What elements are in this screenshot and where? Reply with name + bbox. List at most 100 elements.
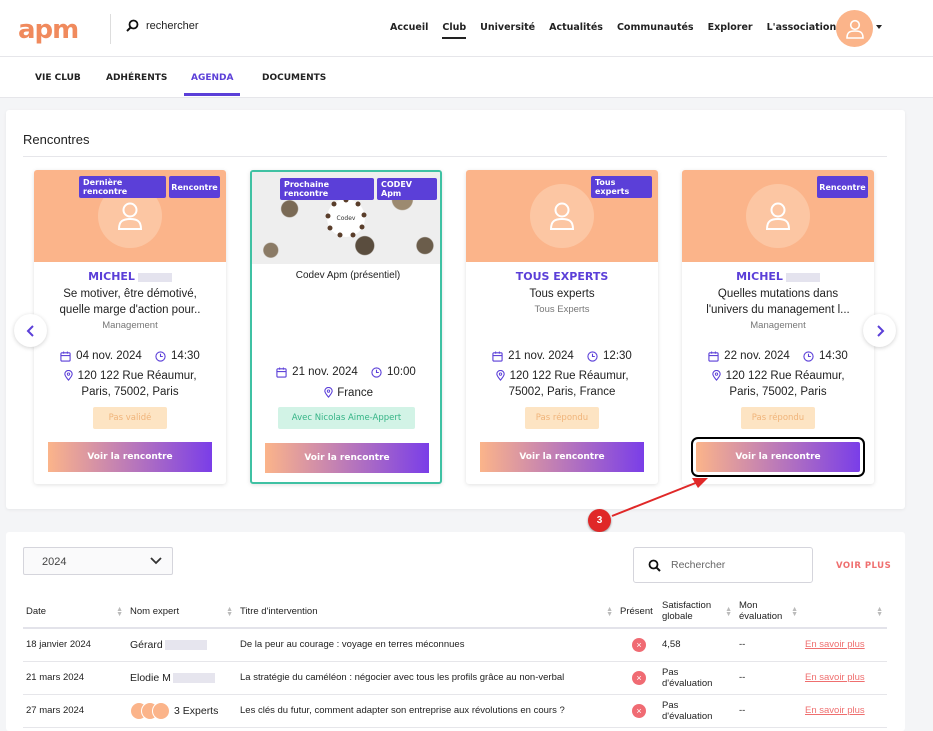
voir-rencontre-button[interactable]: Voir la rencontre bbox=[265, 443, 429, 473]
status-badge: Pas répondu bbox=[741, 407, 815, 429]
card-author: MICHEL bbox=[34, 270, 226, 283]
status-badge: Avec Nicolas Aime-Appert bbox=[278, 407, 415, 429]
col-expert[interactable]: Nom expert ▲ ▼ bbox=[127, 595, 237, 629]
card-author: MICHEL bbox=[682, 270, 874, 283]
badge-derniere: Dernière rencontre bbox=[79, 176, 166, 198]
clock-icon bbox=[155, 350, 166, 362]
chevron-down-icon[interactable] bbox=[876, 25, 882, 29]
en-savoir-plus-link[interactable]: En savoir plus bbox=[805, 639, 865, 650]
card-category: Management bbox=[102, 320, 158, 331]
cell-title: La stratégie du caméléon : négocier avec… bbox=[237, 661, 617, 695]
col-actions: ▲ ▼ bbox=[802, 595, 887, 629]
rencontre-card-next[interactable]: Codev Prochaine rencontre CODEV Apm Code… bbox=[250, 170, 442, 484]
cell-action: En savoir plus bbox=[802, 661, 887, 695]
card-datetime: 22 nov. 2024 14:30 bbox=[682, 350, 874, 362]
cell-satisfaction: Pas d'évaluation bbox=[659, 694, 736, 728]
svg-text:Codev: Codev bbox=[337, 215, 356, 222]
nav-club[interactable]: Club bbox=[442, 22, 467, 39]
user-avatar[interactable] bbox=[836, 10, 873, 47]
cell-date: 18 janvier 2024 bbox=[23, 628, 127, 662]
card-address: 120 122 Rue Réaumur, Paris, 75002, Paris bbox=[702, 368, 854, 400]
history-panel: 2024 Rechercher VOIR PLUS Date ▲ ▼ Nom exp… bbox=[6, 532, 905, 731]
col-title[interactable]: Titre d'intervention ▲ ▼ bbox=[237, 595, 617, 629]
chevron-down-icon bbox=[150, 557, 162, 565]
col-evaluation[interactable]: Mon évaluation ▲ ▼ bbox=[736, 595, 802, 629]
location-pin-icon bbox=[712, 370, 722, 382]
global-search[interactable]: rechercher bbox=[126, 19, 199, 32]
nav-association[interactable]: L'association bbox=[767, 22, 837, 39]
cell-action: En savoir plus bbox=[802, 628, 887, 662]
nav-accueil[interactable]: Accueil bbox=[390, 22, 428, 39]
search-placeholder: rechercher bbox=[146, 19, 199, 32]
search-icon bbox=[126, 19, 139, 32]
year-select[interactable]: 2024 bbox=[23, 547, 173, 575]
col-date[interactable]: Date ▲ ▼ bbox=[23, 595, 127, 629]
voir-rencontre-button-highlighted[interactable]: Voir la rencontre bbox=[691, 437, 865, 477]
top-navbar: apm rechercher Accueil Club Université A… bbox=[0, 0, 933, 57]
carousel-next-button[interactable] bbox=[863, 314, 896, 347]
card-category: Management bbox=[750, 320, 806, 331]
divider bbox=[110, 14, 111, 44]
voir-plus-link[interactable]: VOIR PLUS bbox=[836, 561, 891, 571]
table-row: 21 mars 2024 Elodie M La stratégie du ca… bbox=[23, 661, 887, 695]
clock-icon bbox=[587, 350, 598, 362]
badge-type: CODEV Apm bbox=[377, 178, 437, 200]
col-present[interactable]: Présent bbox=[617, 595, 659, 629]
tab-documents[interactable]: DOCUMENTS bbox=[262, 73, 326, 83]
card-datetime: 21 nov. 2024 12:30 bbox=[466, 350, 658, 362]
calendar-icon bbox=[708, 350, 719, 362]
nav-communautes[interactable]: Communautés bbox=[617, 22, 694, 39]
cell-expert: Elodie M bbox=[127, 661, 237, 695]
user-icon bbox=[117, 202, 143, 230]
club-subtabs: VIE CLUB ADHÉRENTS AGENDA DOCUMENTS bbox=[0, 57, 933, 98]
nav-explorer[interactable]: Explorer bbox=[708, 22, 753, 39]
tab-adherents[interactable]: ADHÉRENTS bbox=[106, 73, 167, 83]
card-title: Tous experts bbox=[529, 288, 595, 300]
voir-rencontre-button[interactable]: Voir la rencontre bbox=[48, 442, 212, 472]
codev-logo: Codev bbox=[325, 197, 367, 238]
apm-logo[interactable]: apm bbox=[18, 15, 79, 45]
nav-universite[interactable]: Université bbox=[480, 22, 535, 39]
absent-icon: × bbox=[632, 703, 646, 718]
badge-type: Rencontre bbox=[817, 176, 868, 198]
user-icon bbox=[549, 202, 575, 230]
active-tab-indicator bbox=[184, 93, 240, 96]
rencontre-card[interactable]: Rencontre MICHEL Quelles mutations dans l… bbox=[682, 170, 874, 484]
status-badge: Pas validé bbox=[93, 407, 167, 429]
cell-evaluation: -- bbox=[736, 694, 802, 728]
rencontre-card[interactable]: Tous experts TOUS EXPERTS Tous experts T… bbox=[466, 170, 658, 484]
calendar-icon bbox=[492, 350, 503, 362]
location-pin-icon bbox=[324, 387, 333, 399]
tab-agenda[interactable]: AGENDA bbox=[191, 73, 233, 83]
en-savoir-plus-link[interactable]: En savoir plus bbox=[805, 705, 865, 716]
chevron-right-icon bbox=[876, 324, 884, 337]
search-icon bbox=[648, 559, 661, 572]
carousel-prev-button[interactable] bbox=[14, 314, 47, 347]
cell-date: 27 mars 2024 bbox=[23, 694, 127, 728]
card-title: Se motiver, être démotivé, quelle marge d… bbox=[59, 288, 201, 316]
card-address: 120 122 Rue Réaumur, Paris, 75002, Paris bbox=[54, 368, 206, 400]
rencontre-card[interactable]: Dernière rencontre Rencontre MICHEL Se m… bbox=[34, 170, 226, 484]
table-row: 27 mars 2024 3 Experts Les clés du futur… bbox=[23, 694, 887, 728]
nav-actualites[interactable]: Actualités bbox=[549, 22, 603, 39]
card-address: France bbox=[272, 385, 424, 401]
history-search-input[interactable]: Rechercher bbox=[633, 547, 813, 583]
card-datetime: 04 nov. 2024 14:30 bbox=[34, 350, 226, 362]
badge-type: Rencontre bbox=[169, 176, 220, 198]
main-nav: Accueil Club Université Actualités Commu… bbox=[390, 22, 850, 39]
table-header-row: Date ▲ ▼ Nom expert ▲ ▼ Titre d'intervention… bbox=[23, 595, 887, 629]
voir-rencontre-button[interactable]: Voir la rencontre bbox=[480, 442, 644, 472]
col-satisfaction[interactable]: Satisfaction globale ▲ ▼ bbox=[659, 595, 736, 629]
expert-avatars bbox=[130, 701, 170, 720]
cell-evaluation: -- bbox=[736, 661, 802, 695]
cell-satisfaction: Pas d'évaluation bbox=[659, 661, 736, 695]
location-pin-icon bbox=[496, 370, 506, 382]
cell-title: De la peur au courage : voyage en terres… bbox=[237, 628, 617, 662]
cell-evaluation: -- bbox=[736, 628, 802, 662]
cell-present: × bbox=[617, 661, 659, 695]
section-title: Rencontres bbox=[23, 132, 90, 147]
chevron-left-icon bbox=[26, 324, 34, 337]
en-savoir-plus-link[interactable]: En savoir plus bbox=[805, 672, 865, 683]
absent-icon: × bbox=[632, 670, 646, 685]
tab-vie-club[interactable]: VIE CLUB bbox=[35, 73, 81, 83]
